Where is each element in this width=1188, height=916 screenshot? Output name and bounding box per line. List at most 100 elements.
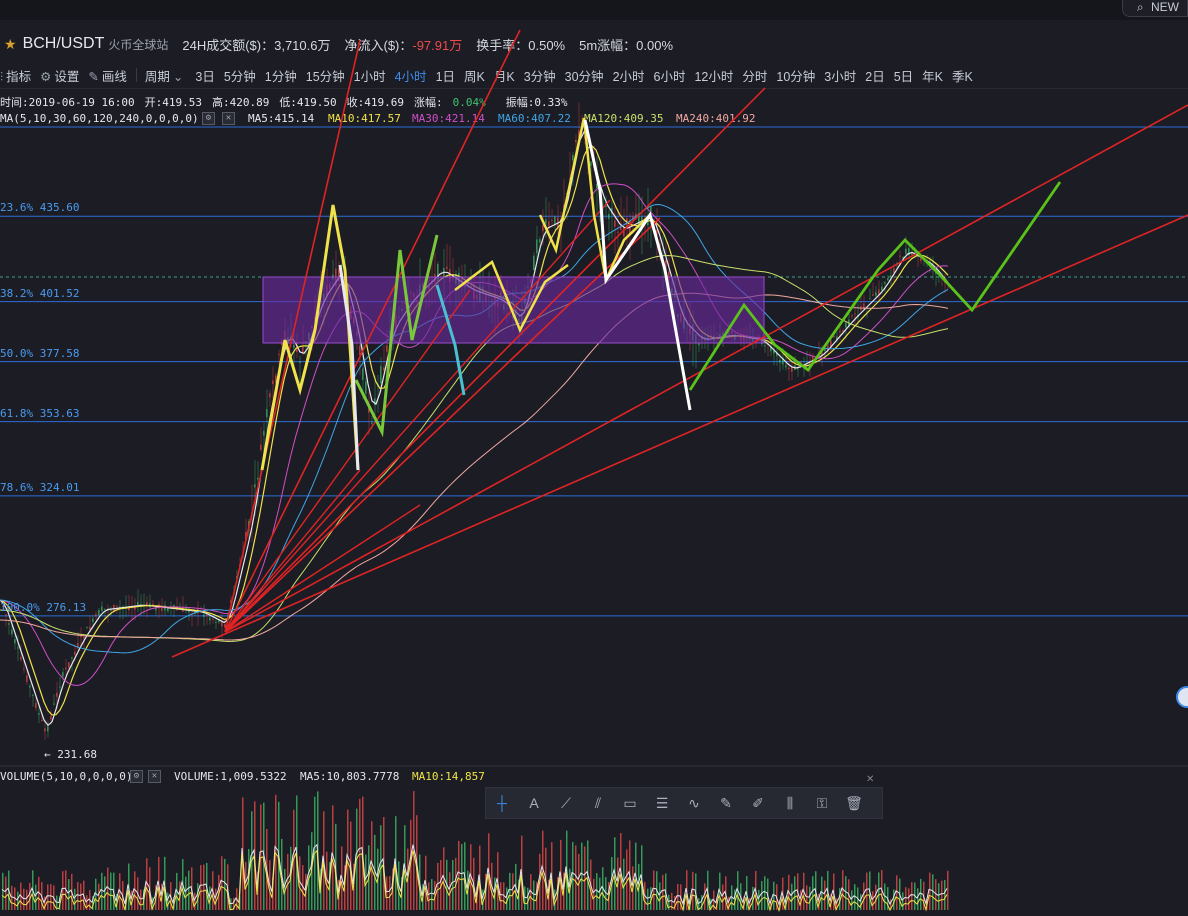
volume-bar	[623, 858, 625, 910]
volume-bar	[863, 882, 865, 910]
candle-body	[218, 620, 220, 623]
fib-label: 61.8% 353.63	[0, 406, 80, 420]
volume-bar	[947, 870, 949, 910]
candle-body	[146, 602, 148, 605]
crosshair-icon[interactable]: ┼	[486, 795, 518, 811]
volume-bar	[68, 879, 70, 910]
consolidation-box[interactable]	[262, 276, 765, 344]
drawbar-close-icon[interactable]: ✕	[866, 774, 874, 785]
ma5-line	[0, 130, 949, 727]
volume-bar	[662, 874, 664, 910]
line-icon[interactable]: ⟋	[550, 795, 582, 812]
candle-body	[575, 140, 577, 143]
candle-body	[104, 608, 106, 610]
candle-body	[371, 422, 373, 424]
volume-bar	[917, 888, 919, 910]
volume-bar	[200, 865, 202, 910]
rectangle-icon[interactable]: ▭	[614, 795, 646, 812]
fib-lines	[0, 126, 1188, 767]
volume-bar	[203, 864, 205, 910]
volume-bar	[704, 883, 706, 910]
fib-label: 23.6% 435.60	[0, 201, 80, 215]
brush-icon[interactable]: ✐	[742, 795, 774, 812]
volume-bar	[221, 856, 223, 910]
volume-bar	[47, 884, 49, 910]
volume-bar	[287, 853, 289, 910]
candle-body	[812, 356, 814, 361]
volume-bar	[527, 887, 529, 910]
candle-body	[293, 344, 295, 349]
ma60-line	[0, 203, 949, 654]
volume-bar	[764, 876, 766, 910]
candle-body	[545, 219, 547, 224]
wave-icon[interactable]: ∿	[678, 795, 710, 812]
volume-settings-icon[interactable]: ⚙	[130, 770, 143, 783]
candle-body	[839, 330, 841, 333]
candle-body	[272, 380, 274, 385]
volume-bar	[593, 878, 595, 910]
candle-body	[269, 393, 271, 398]
candle-body	[83, 636, 85, 639]
volume-bar	[23, 888, 25, 910]
volume-bar	[50, 884, 52, 910]
candle-body	[8, 623, 10, 625]
candle-body	[617, 231, 619, 233]
candle-body	[854, 313, 856, 315]
candle-body	[905, 248, 907, 254]
drawing-toolbar: ┼ A ⟋ ⫽ ▭ ☰ ∿ ✎ ✐ ⫼ ⚿ 🗑	[485, 787, 883, 819]
volume-bar	[74, 888, 76, 910]
candle-body	[20, 656, 22, 660]
candle-body	[137, 601, 139, 605]
volume-bar	[821, 876, 823, 910]
candle-body	[842, 330, 844, 332]
candle-body	[788, 367, 790, 370]
volume-close-icon[interactable]: ✕	[148, 770, 161, 783]
volume-bar	[533, 880, 535, 910]
volume-bar	[431, 879, 433, 910]
ma-lines	[0, 130, 949, 727]
volume-params[interactable]: VOLUME(5,10,0,0,0,0)	[0, 770, 132, 783]
candle-body	[47, 726, 49, 732]
volume-bar	[386, 876, 388, 910]
ma10-line	[0, 145, 949, 716]
candle-body	[365, 381, 367, 394]
volume-bar	[773, 881, 775, 910]
volume-bar	[500, 882, 502, 910]
volume-bar	[584, 846, 586, 910]
candle-body	[35, 702, 37, 709]
volume-bar	[851, 890, 853, 910]
candle-body	[899, 255, 901, 257]
trash-icon[interactable]: 🗑	[838, 795, 870, 812]
volume-bar	[77, 882, 79, 910]
text-icon[interactable]: A	[518, 795, 550, 811]
volume-bar	[599, 877, 601, 910]
volume-bar	[110, 872, 112, 910]
candle-body	[260, 444, 262, 450]
volume-bar	[677, 884, 679, 910]
candle-body	[71, 657, 73, 659]
candle-body	[263, 431, 265, 436]
candle-body	[32, 694, 34, 696]
volume-bar	[722, 884, 724, 910]
candle-body	[884, 281, 886, 284]
candle-body	[38, 713, 40, 715]
candle-body	[278, 353, 280, 356]
volume-bar	[878, 872, 880, 910]
candle-body	[851, 315, 853, 317]
volume-bar	[2, 872, 4, 910]
volume-bar	[185, 876, 187, 910]
fib-label: 38.2% 401.52	[0, 286, 80, 300]
volume-bar	[194, 892, 196, 910]
candle-body	[26, 675, 28, 682]
volume-bar	[524, 886, 526, 910]
volume-bar	[449, 872, 451, 910]
ruler-icon[interactable]: ✎	[710, 795, 742, 812]
lock-icon[interactable]: ⚿	[806, 795, 838, 812]
candle-body	[59, 686, 61, 688]
pattern-icon[interactable]: ⫼	[774, 795, 806, 812]
candle-body	[911, 253, 913, 255]
candle-body	[56, 692, 58, 697]
fib-icon[interactable]: ☰	[646, 795, 678, 812]
candle-body	[536, 239, 538, 254]
channel-icon[interactable]: ⫽	[582, 795, 614, 812]
